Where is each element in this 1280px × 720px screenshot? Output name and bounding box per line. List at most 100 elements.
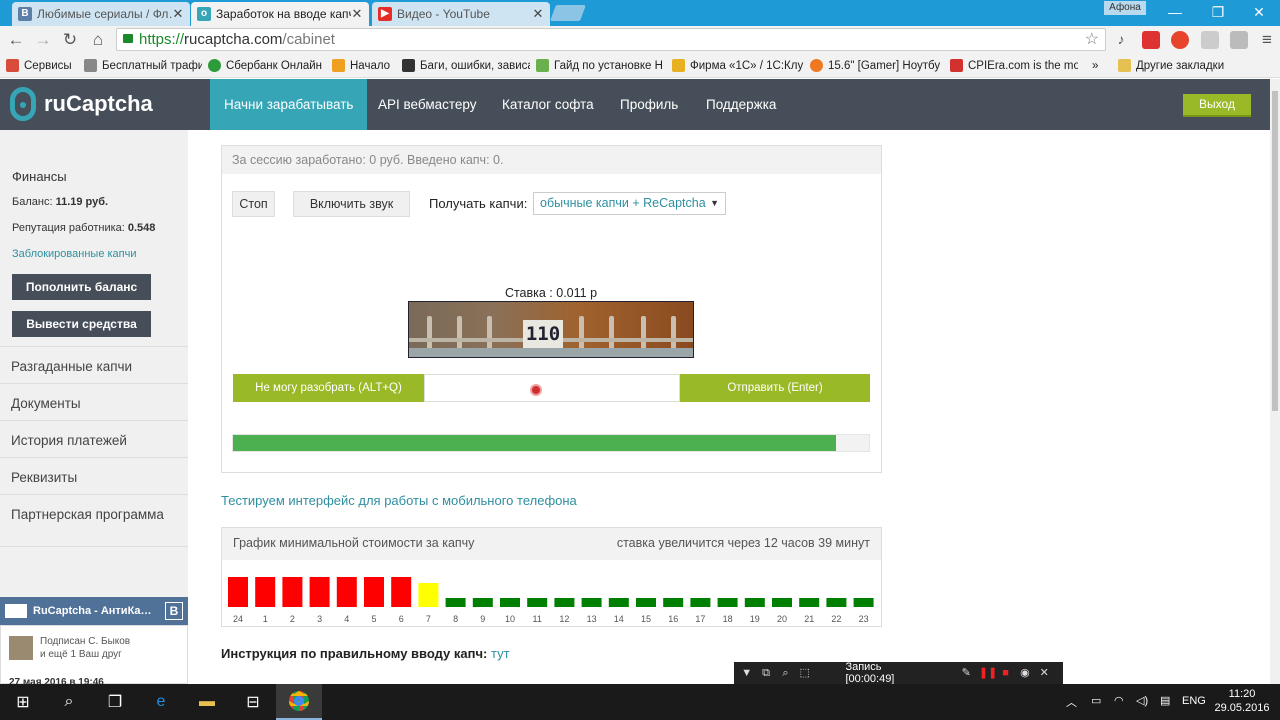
sidebar-item-payment-history[interactable]: История платежей bbox=[0, 420, 188, 457]
region-icon[interactable]: ⬚ bbox=[798, 666, 811, 680]
pause-icon[interactable]: ❚❚ bbox=[979, 666, 997, 680]
scrollbar-thumb[interactable] bbox=[1272, 91, 1278, 411]
close-icon[interactable]: ✕ bbox=[532, 6, 544, 22]
windows-start-icon[interactable]: ⊞ bbox=[0, 684, 46, 720]
bookmark-item[interactable]: Начало bbox=[332, 59, 396, 72]
bookmark-item[interactable]: CPIEra.com is the mo bbox=[950, 59, 1078, 72]
friend-avatar[interactable] bbox=[9, 636, 33, 660]
page-scrollbar[interactable] bbox=[1270, 79, 1280, 684]
bookmark-item[interactable]: Баги, ошибки, зависа bbox=[402, 59, 530, 72]
bookmark-item[interactable]: Сбербанк Онлайн bbox=[208, 59, 326, 72]
keyboard-icon[interactable]: ▤ bbox=[1160, 694, 1170, 707]
add-extension-icon[interactable] bbox=[1171, 31, 1189, 49]
menu-api[interactable]: API вебмастеру bbox=[364, 79, 491, 130]
chart-bar-hour-15 bbox=[636, 598, 656, 607]
bookmark-item[interactable]: Гайд по установке Н bbox=[536, 59, 666, 72]
topup-balance-button[interactable]: Пополнить баланс bbox=[12, 274, 151, 300]
instruction-link[interactable]: тут bbox=[491, 646, 510, 661]
tray-chevron-icon[interactable]: ︿ bbox=[1066, 694, 1077, 710]
extension-icon[interactable] bbox=[1142, 31, 1160, 49]
new-tab-button[interactable] bbox=[550, 5, 586, 21]
sidebar-item-documents[interactable]: Документы bbox=[0, 383, 188, 420]
chart-tick-label: 1 bbox=[263, 614, 268, 624]
bookmark-item[interactable]: Фирма «1С» / 1С:Клу bbox=[672, 59, 804, 72]
menu-icon[interactable]: ≡ bbox=[1256, 30, 1278, 50]
site-logo[interactable]: ruCaptcha bbox=[10, 84, 153, 124]
mic-icon[interactable]: ♪ bbox=[1112, 31, 1130, 49]
captcha-answer-input[interactable] bbox=[424, 374, 680, 402]
forward-icon[interactable]: → bbox=[32, 30, 54, 50]
chart-bar-hour-9 bbox=[472, 598, 493, 607]
chart-tick-label: 19 bbox=[750, 614, 760, 624]
close-icon[interactable]: ✕ bbox=[1038, 666, 1051, 680]
chart-bar-hour-20 bbox=[772, 598, 792, 607]
menu-support[interactable]: Поддержка bbox=[692, 79, 790, 130]
task-view-icon[interactable]: ❐ bbox=[92, 684, 138, 720]
bookmark-item[interactable]: 15.6" [Gamer] Ноутбу bbox=[810, 59, 944, 72]
chart-bar-hour-19 bbox=[744, 598, 765, 607]
tab-favorite-series[interactable]: B Любимые сериалы / Фл… ✕ bbox=[12, 2, 190, 26]
sidebar-item-requisites[interactable]: Реквизиты bbox=[0, 457, 188, 494]
send-button[interactable]: Отправить (Enter) bbox=[680, 374, 870, 402]
reload-icon[interactable]: ↻ bbox=[59, 30, 81, 50]
taskbar-clock[interactable]: 11:20 29.05.2016 bbox=[1212, 687, 1272, 715]
cant-solve-button[interactable]: Не могу разобрать (ALT+Q) bbox=[233, 374, 424, 402]
vk-widget-header[interactable]: RuCaptcha - АнтиКа… B bbox=[0, 597, 188, 625]
camera-icon[interactable]: ◉ bbox=[1018, 666, 1031, 680]
withdraw-button[interactable]: Вывести средства bbox=[12, 311, 151, 337]
battery-icon[interactable]: ▭ bbox=[1091, 694, 1101, 707]
chart-tick-label: 6 bbox=[399, 614, 404, 624]
file-explorer-icon[interactable]: ▬ bbox=[184, 684, 230, 720]
zoom-icon[interactable]: ⌕ bbox=[779, 666, 792, 680]
tab-rucaptcha[interactable]: o Заработок на вводе капч ✕ bbox=[191, 2, 369, 26]
chart-tick-label: 21 bbox=[804, 614, 814, 624]
bookmark-services[interactable]: Сервисы bbox=[6, 59, 78, 72]
stop-icon[interactable]: ■ bbox=[999, 666, 1012, 680]
sidebar-item-solved-captchas[interactable]: Разгаданные капчи bbox=[0, 346, 188, 383]
back-icon[interactable]: ← bbox=[5, 30, 27, 50]
dropdown-arrow-icon: ▼ bbox=[710, 198, 719, 208]
menu-start-earning[interactable]: Начни зарабатывать bbox=[210, 79, 368, 130]
close-icon[interactable]: ✕ bbox=[172, 6, 184, 22]
maximize-icon[interactable]: ❐ bbox=[1203, 3, 1233, 21]
extension-icon[interactable] bbox=[1201, 31, 1219, 49]
bookmarks-overflow[interactable]: » bbox=[1092, 60, 1110, 72]
bookmark-item[interactable]: Бесплатный трафик. bbox=[84, 59, 202, 72]
minimize-icon[interactable]: — bbox=[1160, 3, 1190, 21]
other-bookmarks[interactable]: Другие закладки bbox=[1118, 59, 1228, 72]
stop-button[interactable]: Стоп bbox=[232, 191, 275, 217]
bookmark-star-icon[interactable]: ☆ bbox=[1085, 29, 1099, 50]
enable-sound-button[interactable]: Включить звук bbox=[293, 191, 410, 217]
hourly-price-chart: 24 1 2 3 4 5 6 7 8 9 10 11 12 13 14 15 16 17 18 19 20 21 22 23 bbox=[228, 577, 874, 624]
language-indicator[interactable]: ENG bbox=[1182, 695, 1206, 707]
menu-profile[interactable]: Профиль bbox=[606, 79, 692, 130]
mobile-interface-link[interactable]: Тестируем интерфейс для работы с мобильн… bbox=[221, 493, 577, 508]
chart-bar-hour-21 bbox=[799, 598, 820, 607]
window-icon[interactable]: ⧉ bbox=[759, 666, 772, 680]
chrome-icon[interactable] bbox=[276, 684, 322, 720]
collapse-icon[interactable]: ▼ bbox=[740, 666, 753, 680]
site-icon bbox=[536, 59, 549, 72]
close-icon[interactable]: ✕ bbox=[351, 6, 363, 22]
chart-bar-hour-3 bbox=[309, 577, 330, 607]
blocked-captchas-link[interactable]: Заблокированные капчи bbox=[12, 248, 137, 260]
site-icon bbox=[402, 59, 415, 72]
profile-badge[interactable]: Афона bbox=[1104, 1, 1146, 15]
logout-button[interactable]: Выход bbox=[1183, 94, 1251, 117]
store-icon[interactable]: ⊟ bbox=[230, 684, 276, 720]
edge-icon[interactable]: e bbox=[138, 684, 184, 720]
home-icon[interactable]: ⌂ bbox=[87, 30, 109, 50]
address-bar[interactable]: https://rucaptcha.com/cabinet ☆ bbox=[116, 28, 1106, 51]
sidebar-item-partner-program[interactable]: Партнерская программа bbox=[0, 494, 188, 547]
wifi-icon[interactable]: ◠ bbox=[1114, 694, 1124, 707]
pencil-icon[interactable]: ✎ bbox=[960, 666, 973, 680]
chart-tick-label: 8 bbox=[453, 614, 458, 624]
tab-youtube[interactable]: ▶ Видео - YouTube ✕ bbox=[372, 2, 550, 26]
captcha-type-select[interactable]: обычные капчи + ReCaptcha ▼ bbox=[533, 192, 726, 215]
volume-icon[interactable]: ◁) bbox=[1136, 694, 1148, 707]
menu-software-catalog[interactable]: Каталог софта bbox=[488, 79, 608, 130]
drive-icon[interactable] bbox=[1230, 31, 1248, 49]
search-icon[interactable]: ⌕ bbox=[46, 684, 92, 720]
chart-tick-label: 4 bbox=[344, 614, 349, 624]
close-window-icon[interactable]: ✕ bbox=[1244, 3, 1274, 21]
